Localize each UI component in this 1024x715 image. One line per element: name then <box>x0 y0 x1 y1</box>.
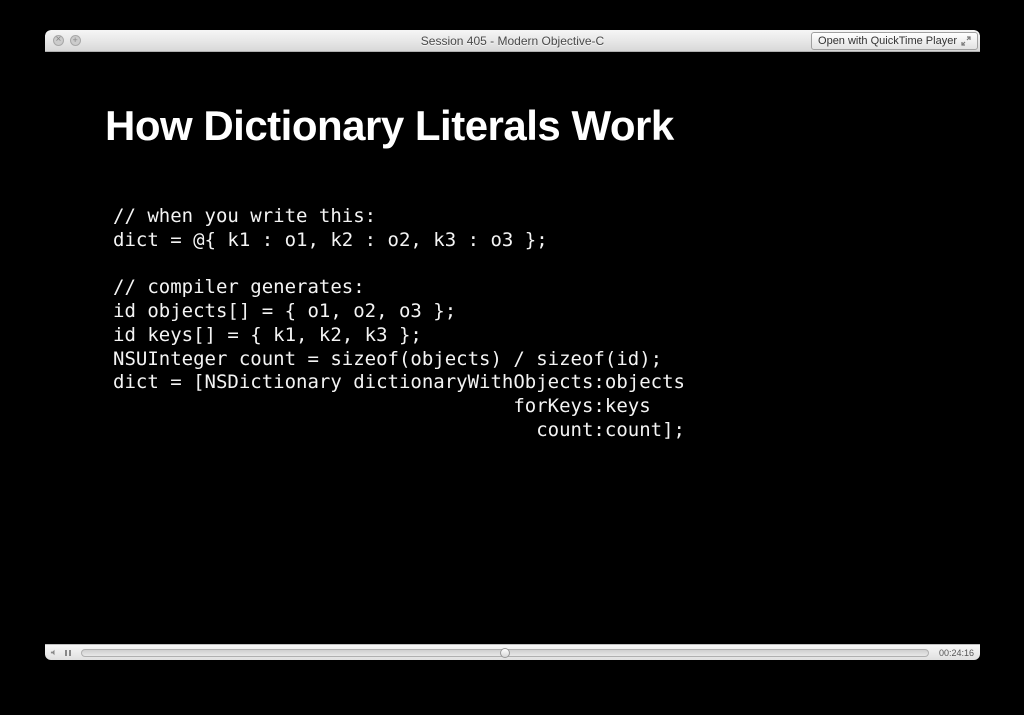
zoom-button[interactable] <box>70 35 81 46</box>
playback-progress-thumb[interactable] <box>500 648 510 658</box>
fullscreen-icon <box>961 36 971 46</box>
open-with-label: Open with QuickTime Player <box>818 35 957 47</box>
playback-progress-track[interactable] <box>81 649 929 657</box>
playback-time: 00:24:16 <box>937 648 976 658</box>
play-pause-button[interactable] <box>63 648 73 658</box>
video-content: How Dictionary Literals Work // when you… <box>45 52 980 644</box>
slide-title: How Dictionary Literals Work <box>105 102 920 150</box>
player-controls-bar: 00:24:16 <box>45 644 980 660</box>
traffic-lights <box>45 35 81 46</box>
close-button[interactable] <box>53 35 64 46</box>
open-with-button[interactable]: Open with QuickTime Player <box>811 32 978 50</box>
window-titlebar: Session 405 - Modern Objective-C Open wi… <box>45 30 980 52</box>
volume-icon[interactable] <box>49 648 59 658</box>
code-block: // when you write this: dict = @{ k1 : o… <box>105 205 920 443</box>
quicklook-window: Session 405 - Modern Objective-C Open wi… <box>45 30 980 660</box>
